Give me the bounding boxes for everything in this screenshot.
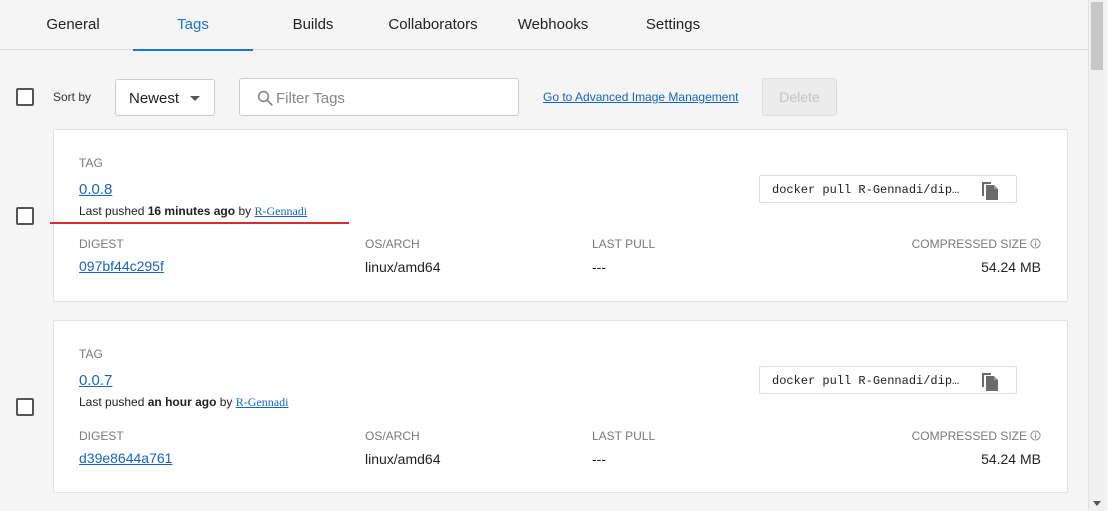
pushed-by-user-link[interactable]: R-Gennadi: [254, 204, 307, 218]
tab-bar: General Tags Builds Collaborators Webhoo…: [0, 0, 1088, 51]
os-arch-value: linux/amd64: [365, 451, 441, 467]
os-arch-label: OS/ARCH: [365, 429, 420, 443]
digest-label: DIGEST: [79, 429, 124, 443]
tab-builds[interactable]: Builds: [253, 0, 373, 50]
pushed-by-user-link[interactable]: R-Gennadi: [236, 395, 289, 409]
last-pushed-info: Last pushed 16 minutes ago by R-Gennadi: [79, 204, 307, 219]
by-label: by: [219, 395, 233, 409]
last-pushed-info: Last pushed an hour ago by R-Gennadi: [79, 395, 288, 410]
last-pull-value: ---: [592, 451, 606, 467]
copy-icon[interactable]: [980, 370, 1000, 392]
compressed-size-text: COMPRESSED SIZE: [911, 429, 1027, 443]
annotation-underline: [50, 222, 349, 224]
pushed-time: an hour ago: [147, 395, 217, 409]
last-pull-label: LAST PULL: [592, 429, 656, 443]
last-pull-label: LAST PULL: [592, 237, 656, 251]
sort-select-value: Newest: [129, 90, 180, 107]
tab-tags[interactable]: Tags: [133, 0, 253, 51]
tag-card: TAG 0.0.8 Last pushed 16 minutes ago by …: [53, 129, 1068, 302]
filter-tags-field[interactable]: [239, 78, 519, 116]
last-pushed-label: Last pushed: [79, 204, 145, 218]
delete-button[interactable]: Delete: [762, 78, 837, 116]
compressed-size-value: 54.24 MB: [981, 451, 1041, 467]
tag-name-link[interactable]: 0.0.8: [79, 181, 112, 198]
compressed-size-label: COMPRESSED SIZE: [912, 237, 1041, 251]
compressed-size-label: COMPRESSED SIZE: [912, 429, 1041, 443]
tab-webhooks[interactable]: Webhooks: [493, 0, 613, 50]
digest-label: DIGEST: [79, 237, 124, 251]
tag-label: TAG: [79, 156, 103, 170]
tag-label: TAG: [79, 347, 103, 361]
os-arch-label: OS/ARCH: [365, 237, 420, 251]
vertical-scrollbar[interactable]: [1088, 0, 1105, 511]
compressed-size-value: 54.24 MB: [981, 259, 1041, 275]
sort-select[interactable]: Newest: [115, 79, 215, 116]
scrollbar-thumb[interactable]: [1091, 2, 1103, 70]
pushed-time: 16 minutes ago: [147, 204, 236, 218]
os-arch-value: linux/amd64: [365, 259, 441, 275]
tag-row-checkbox[interactable]: [16, 398, 34, 416]
tag-card: TAG 0.0.7 Last pushed an hour ago by R-G…: [53, 320, 1068, 493]
tab-settings[interactable]: Settings: [613, 0, 733, 50]
advanced-image-management-link[interactable]: Go to Advanced Image Management: [543, 90, 738, 104]
info-icon[interactable]: [1030, 430, 1041, 441]
digest-link[interactable]: 097bf44c295f: [79, 258, 164, 274]
search-icon: [257, 90, 273, 106]
select-all-checkbox[interactable]: [16, 88, 34, 106]
copy-icon[interactable]: [980, 179, 1000, 201]
docker-pull-command-box: docker pull R-Gennadi/dip…: [759, 175, 1017, 203]
compressed-size-text: COMPRESSED SIZE: [911, 237, 1027, 251]
by-label: by: [238, 204, 252, 218]
docker-pull-command-box: docker pull R-Gennadi/dip…: [759, 366, 1017, 394]
docker-pull-command: docker pull R-Gennadi/dip…: [772, 183, 960, 197]
filter-tags-input[interactable]: [276, 87, 506, 109]
tab-collaborators[interactable]: Collaborators: [373, 0, 493, 50]
tag-row-checkbox[interactable]: [16, 207, 34, 225]
last-pushed-label: Last pushed: [79, 395, 145, 409]
tag-name-link[interactable]: 0.0.7: [79, 372, 112, 389]
scroll-down-arrow-icon[interactable]: [1093, 501, 1101, 506]
tags-toolbar: Sort by Newest Go to Advanced Image Mana…: [0, 50, 1088, 130]
info-icon[interactable]: [1030, 238, 1041, 249]
digest-link[interactable]: d39e8644a761: [79, 450, 172, 466]
tab-general[interactable]: General: [13, 0, 133, 50]
docker-pull-command: docker pull R-Gennadi/dip…: [772, 374, 960, 388]
chevron-down-icon: [190, 96, 200, 101]
sort-by-label: Sort by: [53, 90, 92, 104]
last-pull-value: ---: [592, 259, 606, 275]
